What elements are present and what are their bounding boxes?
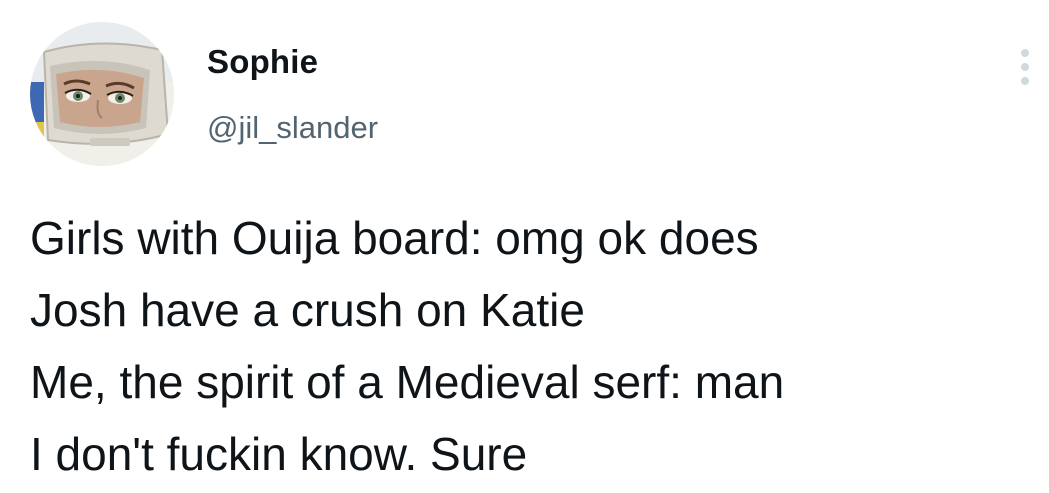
tweet-text: Girls with Ouija board: omg ok does Josh… (30, 202, 1040, 490)
tweet-text-line: Girls with Ouija board: omg ok does (30, 212, 759, 264)
avatar[interactable] (30, 22, 174, 166)
avatar-image (30, 22, 174, 166)
tweet-text-line: Me, the spirit of a Medieval serf: man (30, 356, 785, 408)
tweet: Sophie @jil_slander Girls with Ouija boa… (0, 0, 1049, 493)
more-options-button[interactable] (1010, 44, 1040, 90)
author-display-name[interactable]: Sophie (207, 42, 318, 82)
tweet-text-line: Josh have a crush on Katie (30, 284, 585, 336)
tweet-text-line: I don't fuckin know. Sure (30, 428, 528, 480)
more-vertical-icon (1021, 49, 1029, 85)
author-handle[interactable]: @jil_slander (207, 108, 378, 148)
